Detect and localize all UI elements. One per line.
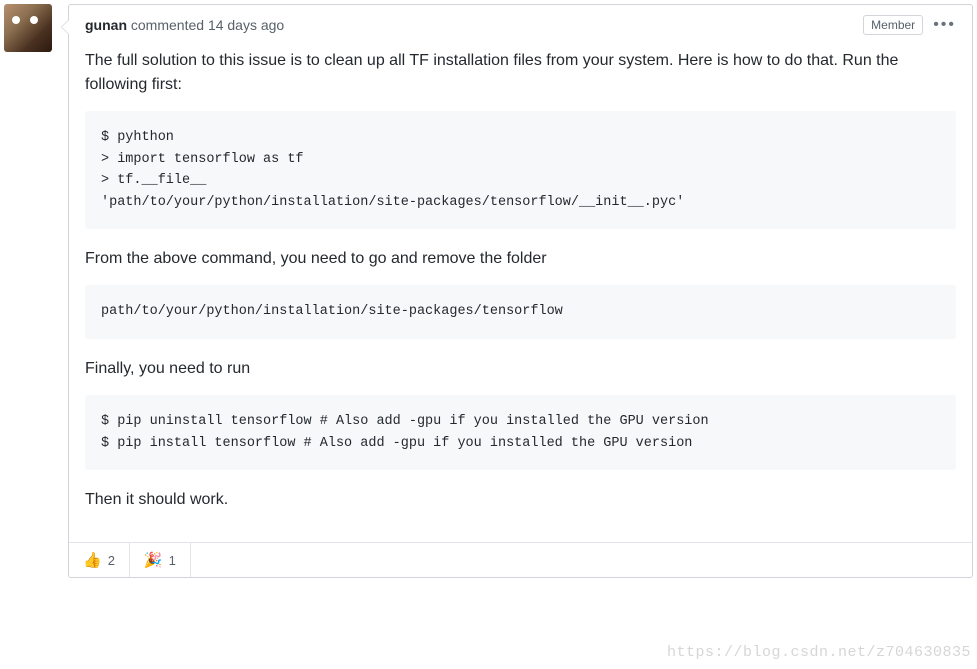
comment-box: gunan commented 14 days ago Member ••• T…	[68, 4, 973, 578]
avatar[interactable]	[4, 4, 52, 52]
reaction-hooray[interactable]: 🎉 1	[130, 543, 191, 577]
header-right: Member •••	[863, 15, 956, 35]
more-actions-icon[interactable]: •••	[933, 16, 956, 34]
role-badge: Member	[863, 15, 923, 35]
paragraph-2: From the above command, you need to go a…	[85, 247, 956, 271]
code-block-2: path/to/your/python/installation/site-pa…	[85, 285, 956, 339]
author-line: gunan commented 14 days ago	[85, 17, 284, 33]
code-block-1: $ pyhthon > import tensorflow as tf > tf…	[85, 111, 956, 229]
paragraph-3: Finally, you need to run	[85, 357, 956, 381]
thumbs-up-icon: 👍	[83, 551, 102, 569]
paragraph-4: Then it should work.	[85, 488, 956, 512]
reaction-bar: 👍 2 🎉 1	[69, 542, 972, 577]
paragraph-1: The full solution to this issue is to cl…	[85, 49, 956, 97]
author-link[interactable]: gunan	[85, 17, 127, 33]
timestamp-link[interactable]: 14 days ago	[208, 17, 284, 33]
hooray-icon: 🎉	[144, 551, 163, 569]
code-block-3: $ pip uninstall tensorflow # Also add -g…	[85, 395, 956, 470]
reaction-thumbs-up[interactable]: 👍 2	[69, 543, 130, 577]
comment-container: gunan commented 14 days ago Member ••• T…	[0, 0, 977, 578]
reaction-count: 2	[108, 553, 115, 568]
action-text: commented	[127, 17, 208, 33]
comment-header: gunan commented 14 days ago Member •••	[69, 5, 972, 45]
comment-body: The full solution to this issue is to cl…	[69, 45, 972, 542]
watermark: https://blog.csdn.net/z704630835	[667, 644, 971, 661]
reaction-count: 1	[169, 553, 176, 568]
